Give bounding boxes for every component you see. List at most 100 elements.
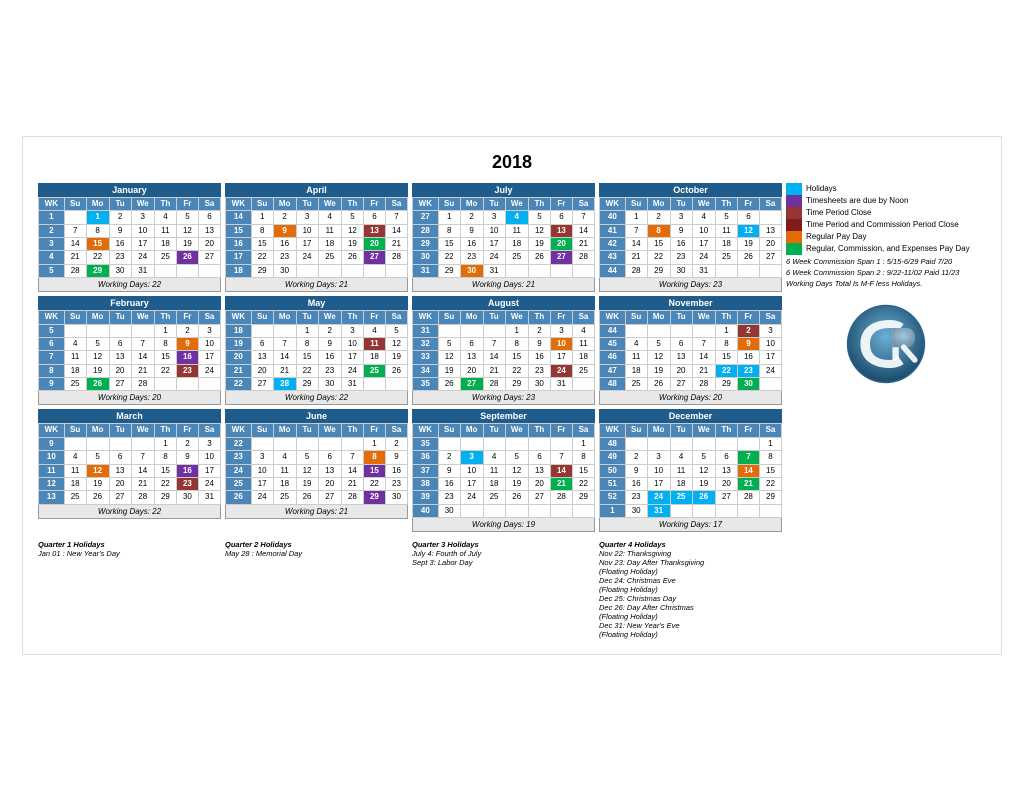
q1-title: Quarter 1 Holidays <box>38 540 221 549</box>
legend-label-timeperiod: Time Period Close <box>806 208 872 217</box>
march-working-days: Working Days: 22 <box>38 505 221 519</box>
legend: Holidays Timesheets are due by Noon Time… <box>786 183 986 288</box>
august-table: WKSuMoTuWeThFrSa 311234 32567891011 3312… <box>412 310 595 391</box>
legend-timesheet: Timesheets are due by Noon <box>786 195 986 207</box>
november-header: November <box>599 296 782 310</box>
august-working-days: Working Days: 23 <box>412 391 595 405</box>
september-working-days: Working Days: 19 <box>412 518 595 532</box>
legend-label-regularpay: Regular Pay Day <box>806 232 866 241</box>
q3-item-1: July 4: Fourth of July <box>412 549 595 558</box>
row3: March WKSuMoTuWeThFrSa 9123 1045678910 1… <box>38 409 782 532</box>
q4-item-10: (Floating Holiday) <box>599 630 782 639</box>
right-panel: Holidays Timesheets are due by Noon Time… <box>786 183 986 384</box>
q4-title: Quarter 4 Holidays <box>599 540 782 549</box>
legend-note-3: Working Days Total Is M-F less Holidays. <box>786 279 986 288</box>
august-block: August WKSuMoTuWeThFrSa 311234 325678910… <box>412 296 595 405</box>
logo-area <box>786 304 986 384</box>
legend-note-2: 6 Week Commission Span 2 : 9/22-11/02 Pa… <box>786 268 986 277</box>
legend-holidays: Holidays <box>786 183 986 195</box>
q4-item-2: Nov 23: Day After Thanksgiving <box>599 558 782 567</box>
october-header: October <box>599 183 782 197</box>
august-header: August <box>412 296 595 310</box>
september-block: September WKSuMoTuWeThFrSa 351 362345678… <box>412 409 595 532</box>
july-block: July WKSuMoTuWeThFrSa 271234567 28891011… <box>412 183 595 292</box>
legend-box-regularpay <box>786 231 802 243</box>
page: 2018 January WKSuMoTuWeThFrSa 1123456 27… <box>22 136 1002 655</box>
company-logo <box>846 304 926 384</box>
legend-box-timesheet <box>786 195 802 207</box>
june-header: June <box>225 409 408 423</box>
q4-item-9: Dec 31: New Year's Eve <box>599 621 782 630</box>
october-working-days: Working Days: 23 <box>599 278 782 292</box>
january-header: January <box>38 183 221 197</box>
november-working-days: Working Days: 20 <box>599 391 782 405</box>
january-table: WKSuMoTuWeThFrSa 1123456 278910111213 31… <box>38 197 221 278</box>
may-working-days: Working Days: 22 <box>225 391 408 405</box>
q3-title: Quarter 3 Holidays <box>412 540 595 549</box>
calendars-area: January WKSuMoTuWeThFrSa 1123456 2789101… <box>38 183 782 639</box>
q4-item-8: (Floating Holiday) <box>599 612 782 621</box>
september-table: WKSuMoTuWeThFrSa 351 362345678 379101112… <box>412 423 595 518</box>
february-working-days: Working Days: 20 <box>38 391 221 405</box>
legend-box-holidays <box>786 183 802 195</box>
december-working-days: Working Days: 17 <box>599 518 782 532</box>
legend-regularpay: Regular Pay Day <box>786 231 986 243</box>
legend-label-commissionpay: Regular, Commission, and Expenses Pay Da… <box>806 244 970 253</box>
february-header: February <box>38 296 221 310</box>
june-working-days: Working Days: 21 <box>225 505 408 519</box>
q1-item-1: Jan 01 : New Year's Day <box>38 549 221 558</box>
year-title: 2018 <box>38 152 986 173</box>
q1-holidays: Quarter 1 Holidays Jan 01 : New Year's D… <box>38 540 221 639</box>
february-block: February WKSuMoTuWeThFrSa 5123 645678910… <box>38 296 221 405</box>
row1: January WKSuMoTuWeThFrSa 1123456 2789101… <box>38 183 782 292</box>
q4-item-7: Dec 26: Day After Christmas <box>599 603 782 612</box>
q2-item-1: May 28 : Memorial Day <box>225 549 408 558</box>
may-block: May WKSuMoTuWeThFrSa 1812345 19678910111… <box>225 296 408 405</box>
q3-holidays: Quarter 3 Holidays July 4: Fourth of Jul… <box>412 540 595 639</box>
april-block: April WKSuMoTuWeThFrSa 141234567 1589101… <box>225 183 408 292</box>
q4-item-4: Dec 24: Christmas Eve <box>599 576 782 585</box>
q2-holidays: Quarter 2 Holidays May 28 : Memorial Day <box>225 540 408 639</box>
june-table: WKSuMoTuWeThFrSa 2212 233456789 24101112… <box>225 423 408 504</box>
november-block: November WKSuMoTuWeThFrSa 44123 45456789… <box>599 296 782 405</box>
legend-label-holidays: Holidays <box>806 184 837 193</box>
legend-label-timesheet: Timesheets are due by Noon <box>806 196 908 205</box>
december-block: December WKSuMoTuWeThFrSa 481 492345678 … <box>599 409 782 532</box>
december-header: December <box>599 409 782 423</box>
may-header: May <box>225 296 408 310</box>
october-block: October WKSuMoTuWeThFrSa 40123456 417891… <box>599 183 782 292</box>
april-header: April <box>225 183 408 197</box>
q4-holidays: Quarter 4 Holidays Nov 22: Thanksgiving … <box>599 540 782 639</box>
legend-timecommission: Time Period and Commission Period Close <box>786 219 986 231</box>
q2-title: Quarter 2 Holidays <box>225 540 408 549</box>
row2: February WKSuMoTuWeThFrSa 5123 645678910… <box>38 296 782 405</box>
legend-commissionpay: Regular, Commission, and Expenses Pay Da… <box>786 243 986 255</box>
holidays-section: Quarter 1 Holidays Jan 01 : New Year's D… <box>38 540 782 639</box>
may-table: WKSuMoTuWeThFrSa 1812345 196789101112 20… <box>225 310 408 391</box>
march-table: WKSuMoTuWeThFrSa 9123 1045678910 1111121… <box>38 423 221 504</box>
july-working-days: Working Days: 21 <box>412 278 595 292</box>
top-row: January WKSuMoTuWeThFrSa 1123456 2789101… <box>38 183 986 639</box>
legend-box-timeperiod <box>786 207 802 219</box>
q4-item-6: Dec 25: Christmas Day <box>599 594 782 603</box>
july-table: WKSuMoTuWeThFrSa 271234567 2889101112131… <box>412 197 595 278</box>
legend-box-commissionpay <box>786 243 802 255</box>
january-working-days: Working Days: 22 <box>38 278 221 292</box>
january-block: January WKSuMoTuWeThFrSa 1123456 2789101… <box>38 183 221 292</box>
december-table: WKSuMoTuWeThFrSa 481 492345678 509101112… <box>599 423 782 518</box>
legend-box-timecommission <box>786 219 802 231</box>
february-table: WKSuMoTuWeThFrSa 5123 645678910 71112131… <box>38 310 221 391</box>
september-header: September <box>412 409 595 423</box>
legend-timeperiod: Time Period Close <box>786 207 986 219</box>
legend-label-timecommission: Time Period and Commission Period Close <box>806 220 959 229</box>
november-table: WKSuMoTuWeThFrSa 44123 4545678910 461112… <box>599 310 782 391</box>
october-table: WKSuMoTuWeThFrSa 40123456 4178910111213 … <box>599 197 782 278</box>
june-block: June WKSuMoTuWeThFrSa 2212 233456789 241… <box>225 409 408 532</box>
april-working-days: Working Days: 21 <box>225 278 408 292</box>
april-table: WKSuMoTuWeThFrSa 141234567 1589101112131… <box>225 197 408 278</box>
july-header: July <box>412 183 595 197</box>
march-block: March WKSuMoTuWeThFrSa 9123 1045678910 1… <box>38 409 221 532</box>
q4-item-3: (Floating Holiday) <box>599 567 782 576</box>
q4-item-1: Nov 22: Thanksgiving <box>599 549 782 558</box>
q3-item-2: Sept 3: Labor Day <box>412 558 595 567</box>
